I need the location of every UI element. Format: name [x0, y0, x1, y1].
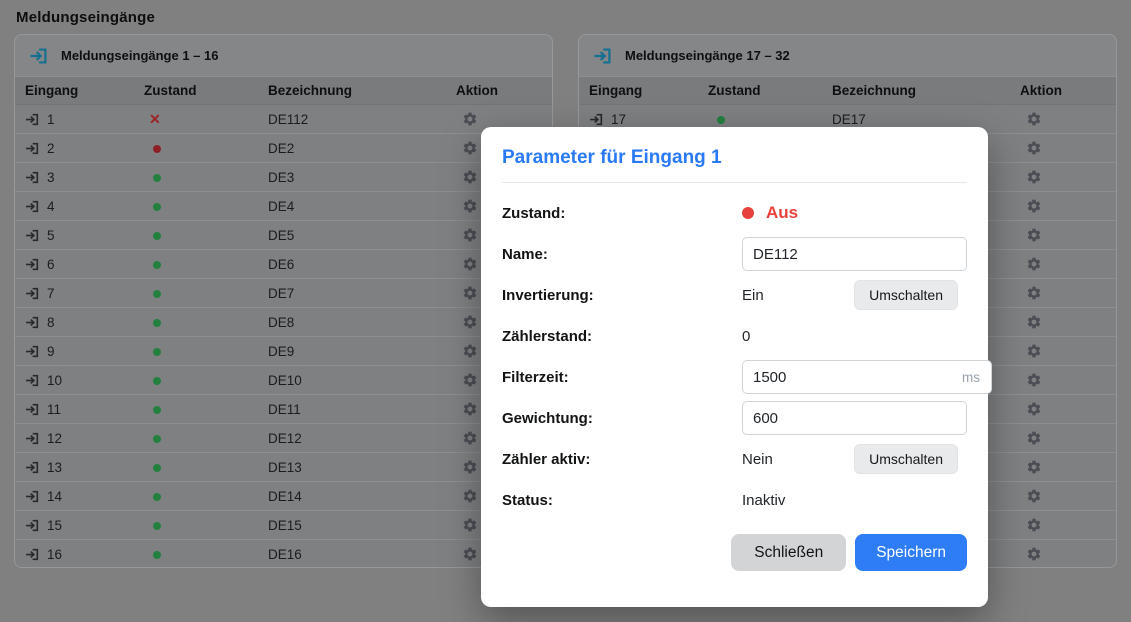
filterzeit-input-group: ms [742, 360, 992, 394]
dialog-title: Parameter für Eingang 1 [502, 147, 967, 169]
field-value-invertierung: Ein Umschalten [742, 280, 967, 310]
status-text: Inaktiv [742, 492, 785, 509]
close-button[interactable]: Schließen [731, 534, 846, 571]
field-gewichtung: Gewichtung: [502, 398, 967, 438]
zaehler-aktiv-state-text: Nein [742, 451, 773, 468]
field-value-zaehlerstand: 0 [742, 328, 967, 345]
parameter-dialog: Parameter für Eingang 1 Zustand: Aus Name:… [481, 127, 988, 607]
field-label-name: Name: [502, 246, 742, 263]
status-text: Aus [766, 203, 798, 223]
field-label-zustand: Zustand: [502, 205, 742, 222]
field-value-name [742, 237, 967, 271]
invertierung-toggle-button[interactable]: Umschalten [854, 280, 958, 310]
field-value-zustand: Aus [742, 203, 967, 223]
filterzeit-input[interactable] [743, 361, 962, 393]
field-value-zaehler-aktiv: Nein Umschalten [742, 444, 967, 474]
dialog-fields: Zustand: Aus Name: Invertierung:Ein Umschalt… [502, 193, 967, 520]
name-input[interactable] [742, 237, 967, 271]
field-label-zaehlerstand: Zählerstand: [502, 328, 742, 345]
field-name: Name: [502, 234, 967, 274]
save-button[interactable]: Speichern [855, 534, 967, 571]
field-label-invertierung: Invertierung: [502, 287, 742, 304]
field-label-gewichtung: Gewichtung: [502, 410, 742, 427]
field-value-gewichtung [742, 401, 967, 435]
field-zaehler-aktiv: Zähler aktiv:Nein Umschalten [502, 439, 967, 479]
invertierung-state-text: Ein [742, 287, 764, 304]
field-value-status: Inaktiv [742, 492, 967, 509]
field-zustand: Zustand: Aus [502, 193, 967, 233]
field-zaehlerstand: Zählerstand:0 [502, 316, 967, 356]
status-dot [742, 207, 754, 219]
field-value-filterzeit: ms [742, 360, 992, 394]
field-label-filterzeit: Filterzeit: [502, 369, 742, 386]
filterzeit-unit-label: ms [962, 370, 980, 385]
field-label-zaehler-aktiv: Zähler aktiv: [502, 451, 742, 468]
divider [502, 182, 967, 183]
zaehlerstand-text: 0 [742, 328, 750, 345]
gewichtung-input[interactable] [742, 401, 967, 435]
field-status: Status:Inaktiv [502, 480, 967, 520]
status-value: Aus [742, 203, 798, 223]
field-filterzeit: Filterzeit:ms [502, 357, 967, 397]
dialog-footer: Schließen Speichern [502, 534, 967, 571]
field-invertierung: Invertierung:Ein Umschalten [502, 275, 967, 315]
field-label-status: Status: [502, 492, 742, 509]
zaehler-aktiv-toggle-button[interactable]: Umschalten [854, 444, 958, 474]
